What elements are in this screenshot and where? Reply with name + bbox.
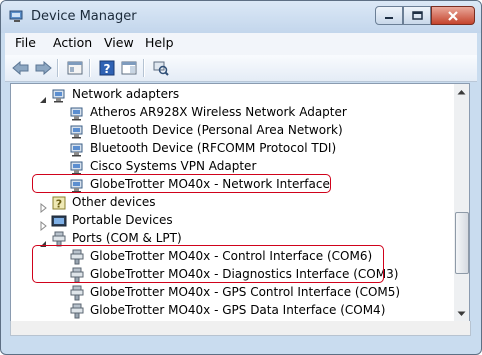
forward-button[interactable]	[33, 58, 53, 78]
device-manager-window: Device Manager File Action View Help ? N…	[0, 0, 482, 355]
scan-hardware-icon	[153, 61, 169, 76]
scroll-up-icon	[457, 90, 466, 95]
tree-device-item[interactable]: Bluetooth Device (RFCOMM Protocol TDI)	[11, 140, 451, 158]
tree-item-label: Bluetooth Device (Personal Area Network)	[90, 123, 343, 137]
tree-item-label: Other devices	[72, 195, 156, 209]
tree-device-item[interactable]: GlobeTrotter MO40x - GPS Data Interface …	[11, 302, 451, 320]
svg-text:?: ?	[56, 198, 62, 211]
help-icon: ?	[99, 60, 115, 76]
toolbar-separator	[143, 59, 145, 77]
network-adapter-icon	[51, 87, 67, 103]
highlight-network-interface	[32, 174, 331, 193]
svg-text:?: ?	[104, 62, 111, 76]
unknown-device-icon: ?	[51, 195, 67, 211]
window-title: Device Manager	[31, 9, 137, 24]
back-button[interactable]	[11, 58, 31, 78]
show-hide-icon	[121, 61, 137, 75]
portable-device-icon	[51, 213, 67, 229]
maximize-icon	[411, 11, 423, 20]
network-adapter-icon	[69, 159, 85, 175]
back-icon	[12, 61, 29, 75]
expand-arrow-icon[interactable]	[39, 198, 49, 214]
collapse-arrow-icon[interactable]	[39, 90, 49, 103]
menu-bar: File Action View Help	[5, 33, 477, 55]
title-bar[interactable]: Device Manager	[1, 1, 481, 33]
scrollbar-thumb[interactable]	[455, 212, 469, 274]
expand-arrow-icon[interactable]	[39, 216, 49, 232]
highlight-com-interfaces	[32, 245, 384, 283]
tree-category[interactable]: Network adapters	[11, 86, 451, 104]
toolbar: ?	[5, 55, 477, 82]
menu-file[interactable]: File	[15, 35, 36, 50]
vertical-scrollbar[interactable]	[454, 83, 470, 323]
tree-item-label: Cisco Systems VPN Adapter	[90, 159, 257, 173]
tree-item-label: Portable Devices	[72, 213, 173, 227]
tree-device-item[interactable]: GlobeTrotter MO40x - GPS Control Interfa…	[11, 284, 451, 302]
properties-button[interactable]	[65, 58, 85, 78]
minimize-icon	[385, 16, 393, 19]
port-icon	[69, 285, 85, 301]
close-button[interactable]	[431, 6, 475, 25]
show-hide-button[interactable]	[119, 58, 139, 78]
close-icon	[448, 10, 458, 21]
minimize-button[interactable]	[375, 6, 403, 25]
collapse-arrow-icon[interactable]	[39, 234, 49, 247]
network-adapter-icon	[69, 141, 85, 157]
tree-device-item[interactable]: Atheros AR928X Wireless Network Adapter	[11, 104, 451, 122]
status-bar	[10, 321, 471, 336]
network-adapter-icon	[69, 105, 85, 121]
help-button[interactable]: ?	[97, 58, 117, 78]
scan-hardware-button[interactable]	[151, 58, 171, 78]
scroll-up-button[interactable]	[455, 85, 468, 99]
device-manager-icon	[9, 10, 23, 22]
tree-item-label: Ports (COM & LPT)	[72, 231, 182, 245]
properties-icon	[67, 61, 83, 75]
menu-action[interactable]: Action	[53, 35, 92, 50]
tree-category[interactable]: ? Other devices	[11, 194, 451, 214]
toolbar-separator	[89, 59, 91, 77]
tree-item-label: Atheros AR928X Wireless Network Adapter	[90, 105, 347, 119]
window-controls	[375, 6, 475, 26]
toolbar-separator	[57, 59, 59, 77]
scroll-down-button[interactable]	[455, 307, 468, 321]
tree-item-label: Bluetooth Device (RFCOMM Protocol TDI)	[90, 141, 337, 155]
network-adapter-icon	[69, 123, 85, 139]
tree-item-label: GlobeTrotter MO40x - GPS Data Interface …	[90, 303, 386, 317]
menu-help[interactable]: Help	[145, 35, 174, 50]
port-icon	[69, 303, 85, 319]
scroll-down-icon	[457, 311, 466, 316]
menu-view[interactable]: View	[104, 35, 134, 50]
tree-item-label: GlobeTrotter MO40x - GPS Control Interfa…	[90, 285, 401, 299]
tree-category[interactable]: Portable Devices	[11, 212, 451, 232]
device-tree[interactable]: Network adapters Atheros AR928X Wireless …	[10, 83, 456, 323]
maximize-button[interactable]	[403, 6, 431, 25]
tree-item-label: Network adapters	[72, 87, 180, 101]
tree-device-item[interactable]: Bluetooth Device (Personal Area Network)	[11, 122, 451, 140]
forward-icon	[35, 61, 52, 75]
